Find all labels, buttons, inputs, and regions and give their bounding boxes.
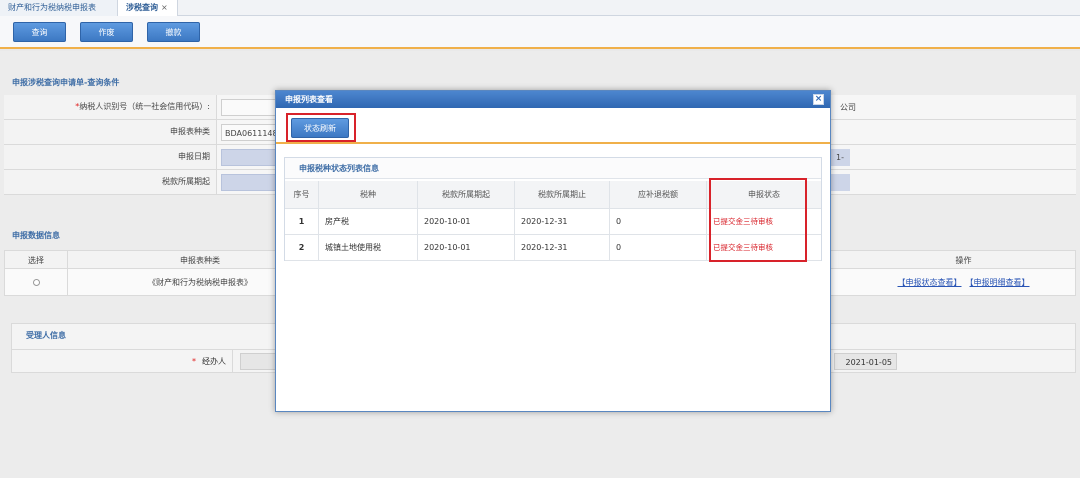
taxpayer-id-field[interactable] bbox=[221, 99, 281, 116]
col-period-start: 税款所属期起 bbox=[418, 181, 515, 208]
declaration-list-modal: 申报列表查看 × 状态刷新 申报税种状态列表信息 序号 税种 税款所属期起 税款… bbox=[275, 90, 831, 412]
row-tax: 房产税 bbox=[319, 209, 418, 234]
taxpayer-id-label: *纳税人识别号（统一社会信用代码）: bbox=[4, 95, 217, 119]
required-mark: * bbox=[192, 357, 196, 366]
declare-date-end-field[interactable]: 1-31 bbox=[830, 149, 850, 179]
declare-date-field[interactable] bbox=[221, 149, 281, 166]
modal-title: 申报列表查看 × bbox=[276, 91, 830, 108]
withdraw-button[interactable]: 撤款 bbox=[147, 22, 200, 42]
tab-close-icon[interactable]: × bbox=[161, 3, 168, 12]
query-button[interactable]: 查询 bbox=[13, 22, 66, 42]
declare-date-label: 申报日期 bbox=[4, 145, 217, 169]
tax-period-label: 税款所属期起 bbox=[4, 170, 217, 194]
acceptor-section-title: 受理人信息 bbox=[26, 331, 66, 340]
row-tax: 城镇土地使用税 bbox=[319, 235, 418, 260]
row-no: 1 bbox=[285, 209, 319, 234]
tab-label: 涉税查询 bbox=[126, 3, 158, 12]
row-end: 2020-12-31 bbox=[515, 235, 610, 260]
view-status-link[interactable]: 【申报状态查看】 bbox=[898, 278, 962, 287]
tab-bar: 财产和行为税纳税申报表 涉税查询 × bbox=[0, 0, 1080, 16]
void-button[interactable]: 作废 bbox=[80, 22, 133, 42]
view-detail-link[interactable]: 【申报明细查看】 bbox=[970, 278, 1030, 287]
tax-period-end-field[interactable] bbox=[830, 174, 850, 191]
highlight-box-refresh bbox=[286, 113, 356, 142]
company-suffix: 公司 bbox=[840, 103, 856, 112]
status-list-title: 申报税种状态列表信息 bbox=[285, 158, 821, 179]
tax-period-field[interactable] bbox=[221, 174, 281, 191]
row-amount: 0 bbox=[610, 209, 707, 234]
handler-input[interactable] bbox=[240, 353, 276, 370]
row-amount: 0 bbox=[610, 235, 707, 260]
data-section-title: 申报数据信息 bbox=[12, 231, 60, 240]
main-toolbar: 查询 作废 撤款 bbox=[0, 16, 1080, 49]
row-start: 2020-10-01 bbox=[418, 235, 515, 260]
query-section-title: 申报涉税查询申请单-查询条件 bbox=[12, 78, 120, 87]
modal-toolbar: 状态刷新 bbox=[276, 108, 830, 144]
form-type-field[interactable]: BDA0611148 bbox=[221, 124, 281, 141]
highlight-box-status bbox=[709, 178, 807, 262]
tab-property-tax-return[interactable]: 财产和行为税纳税申报表 bbox=[0, 0, 118, 16]
form-type-label: 申报表种类 bbox=[4, 120, 217, 144]
accept-date-field[interactable]: 2021-01-05 bbox=[834, 353, 897, 370]
row-no: 2 bbox=[285, 235, 319, 260]
col-amount: 应补退税额 bbox=[610, 181, 707, 208]
row-start: 2020-10-01 bbox=[418, 209, 515, 234]
col-tax: 税种 bbox=[319, 181, 418, 208]
col-no: 序号 bbox=[285, 181, 319, 208]
row-end: 2020-12-31 bbox=[515, 209, 610, 234]
row-operation-cell: 【申报状态查看】 【申报明细查看】 bbox=[850, 269, 1077, 295]
tab-tax-query[interactable]: 涉税查询 × bbox=[118, 0, 178, 16]
row-radio[interactable] bbox=[32, 279, 40, 286]
col-operation: 操作 bbox=[955, 256, 972, 265]
close-icon[interactable]: × bbox=[813, 94, 824, 105]
col-select: 选择 bbox=[5, 251, 68, 268]
col-period-end: 税款所属期止 bbox=[515, 181, 610, 208]
row-select-cell bbox=[5, 269, 68, 295]
handler-label: * 经办人 bbox=[12, 350, 233, 373]
tab-label: 财产和行为税纳税申报表 bbox=[8, 3, 96, 12]
modal-title-text: 申报列表查看 bbox=[285, 95, 333, 104]
